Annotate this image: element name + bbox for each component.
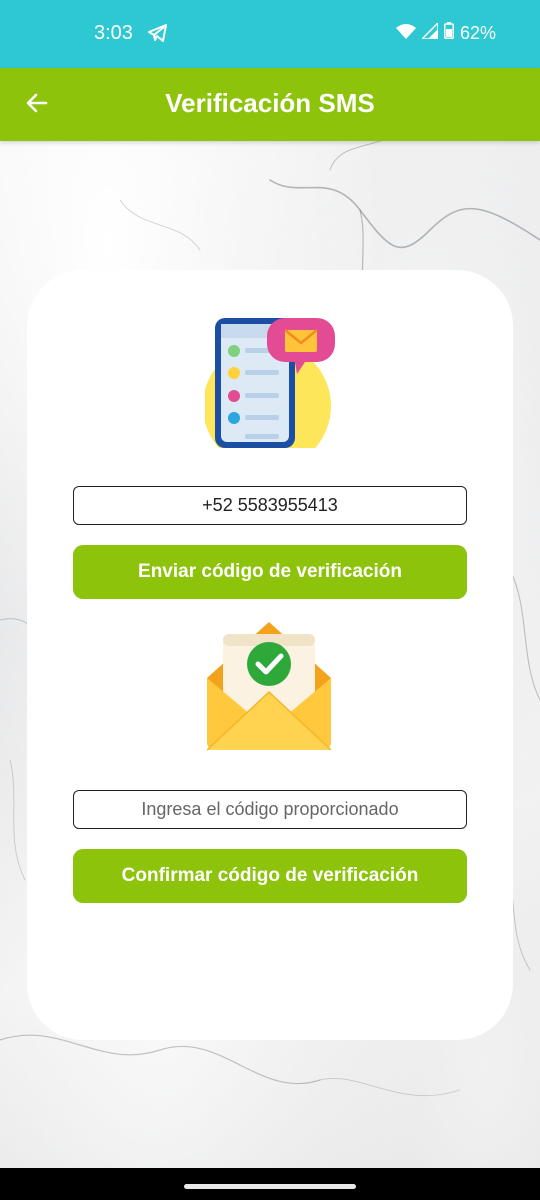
phone-number-input[interactable] <box>74 487 466 524</box>
telegram-icon <box>148 24 168 47</box>
send-code-button[interactable]: Enviar código de verificación <box>73 545 467 599</box>
battery-icon <box>443 22 454 44</box>
app-bar: Verificación SMS <box>0 68 540 141</box>
verification-card: Enviar código de verificación Confirmar … <box>27 270 513 1040</box>
battery-percent: 62% <box>459 22 496 43</box>
page-title: Verificación SMS <box>165 88 375 118</box>
status-bar: 3:03 62% <box>0 0 540 68</box>
home-indicator[interactable] <box>184 1184 356 1189</box>
envelope-check-illustration <box>203 618 335 757</box>
verification-code-field[interactable] <box>73 790 467 829</box>
verification-code-input[interactable] <box>74 791 466 828</box>
navigation-bar <box>0 1168 540 1200</box>
phone-message-illustration <box>203 314 337 470</box>
status-time: 3:03 <box>94 22 133 44</box>
phone-number-field[interactable] <box>73 486 467 525</box>
wifi-icon <box>395 23 416 44</box>
signal-icon <box>420 20 439 44</box>
confirm-code-button[interactable]: Confirmar código de verificación <box>73 849 467 903</box>
status-icons: 62% <box>395 20 496 44</box>
